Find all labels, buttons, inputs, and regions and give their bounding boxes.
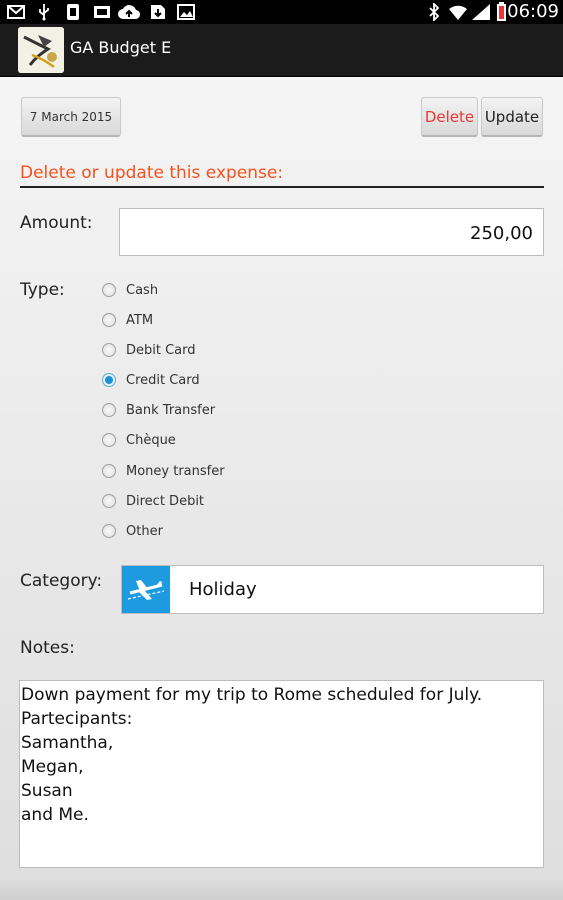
type-option-bank-transfer[interactable]: Bank Transfer: [102, 398, 215, 422]
radio-button[interactable]: [102, 433, 116, 447]
category-selector[interactable]: Holiday: [121, 565, 544, 614]
clock-time: 06:09: [507, 1, 559, 22]
status-bar: 06:09: [0, 0, 563, 24]
type-option-label: Debit Card: [126, 342, 196, 358]
radio-button[interactable]: [102, 343, 116, 357]
battery-icon: [494, 2, 508, 22]
notes-line: Susan: [21, 781, 73, 801]
radio-button[interactable]: [102, 464, 116, 478]
radio-button[interactable]: [102, 403, 116, 417]
radio-button[interactable]: [102, 283, 116, 297]
notification-icon: [64, 2, 82, 22]
notes-line: Partecipants:: [21, 709, 133, 729]
notes-line: Samantha,: [21, 733, 114, 753]
type-option-cash[interactable]: Cash: [102, 278, 158, 302]
amount-field[interactable]: 250,00: [119, 208, 544, 256]
type-option-money-transfer[interactable]: Money transfer: [102, 459, 225, 483]
image-icon: [176, 2, 196, 22]
mail-icon: [6, 2, 26, 22]
radio-button[interactable]: [102, 494, 116, 508]
signal-icon: [470, 2, 492, 22]
notes-label: Notes:: [20, 638, 75, 658]
action-bar: GA Budget E: [0, 24, 563, 77]
type-option-direct-debit[interactable]: Direct Debit: [102, 489, 204, 513]
date-button[interactable]: 7 March 2015: [21, 97, 121, 137]
download-icon: [148, 2, 168, 22]
update-button[interactable]: Update: [481, 97, 543, 137]
radio-button-selected[interactable]: [102, 373, 116, 387]
notes-field[interactable]: Down payment for my trip to Rome schedul…: [19, 680, 544, 868]
type-option-label: Money transfer: [126, 463, 225, 479]
category-value: Holiday: [189, 579, 257, 600]
type-option-credit-card[interactable]: Credit Card: [102, 368, 200, 392]
photo-icon: [92, 2, 112, 22]
radio-button[interactable]: [102, 313, 116, 327]
radio-button[interactable]: [102, 524, 116, 538]
usb-icon: [36, 2, 52, 22]
section-title: Delete or update this expense:: [20, 163, 544, 188]
notes-line: Down payment for my trip to Rome schedul…: [21, 685, 483, 705]
type-option-label: Other: [126, 523, 163, 539]
category-label: Category:: [20, 571, 103, 591]
type-label: Type:: [20, 280, 65, 300]
app-logo-icon[interactable]: [18, 27, 64, 73]
cloud-upload-icon: [118, 2, 140, 22]
type-option-debit-card[interactable]: Debit Card: [102, 338, 196, 362]
amount-label: Amount:: [20, 213, 93, 233]
type-option-other[interactable]: Other: [102, 519, 163, 543]
delete-button[interactable]: Delete: [421, 97, 478, 137]
bluetooth-icon: [426, 2, 442, 22]
type-option-cheque[interactable]: Chèque: [102, 428, 176, 452]
bottom-edge: [0, 880, 563, 900]
airplane-icon: [122, 566, 170, 613]
type-option-label: Bank Transfer: [126, 402, 216, 418]
type-option-label: ATM: [126, 312, 154, 328]
type-option-label: Direct Debit: [126, 493, 205, 509]
type-option-label: Chèque: [126, 432, 176, 448]
type-option-atm[interactable]: ATM: [102, 308, 153, 332]
notes-line: and Me.: [21, 805, 89, 825]
type-option-label: Credit Card: [126, 372, 200, 388]
type-option-label: Cash: [126, 282, 159, 298]
app-title: GA Budget E: [70, 38, 172, 57]
notes-line: Megan,: [21, 757, 84, 777]
wifi-icon: [448, 2, 468, 22]
